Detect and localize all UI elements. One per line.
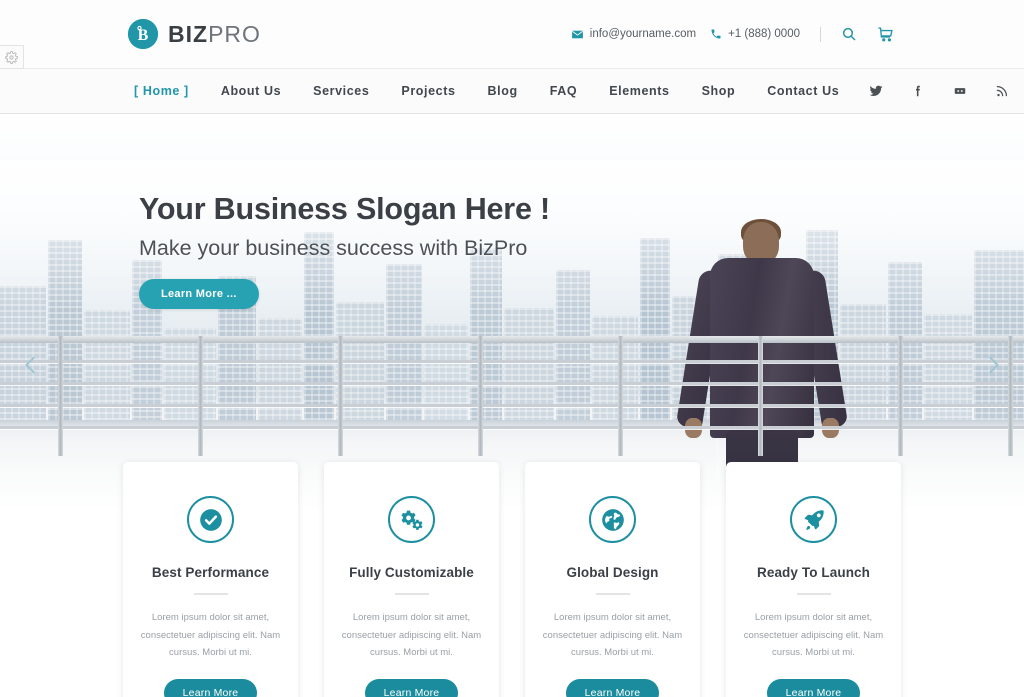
gears-icon [388,496,435,543]
logo-mark-icon: B [128,19,158,49]
feature-text: Lorem ipsum dolor sit amet, consectetuer… [743,612,884,659]
chevron-right-icon [982,352,1004,383]
phone-text: +1 (888) 0000 [728,28,800,40]
phone-icon [710,28,722,40]
top-contact-info: info@yourname.com +1 (888) 0000 [571,26,894,43]
hero-railing [0,336,1024,456]
feature-card-ready-to-launch[interactable]: Ready To Launch Lorem ipsum dolor sit am… [726,462,901,697]
hero-learn-more-button[interactable]: Learn More ... [139,278,259,309]
feature-title: Fully Customizable [349,565,474,580]
hero-content: Your Business Slogan Here ! Make your bu… [139,192,550,309]
slider-prev-button[interactable] [14,350,48,384]
feature-learn-more-button[interactable]: Learn More [364,678,459,697]
feature-card-fully-customizable[interactable]: Fully Customizable Lorem ipsum dolor sit… [324,462,499,697]
logo-text-bold: BIZ [168,20,209,47]
chevron-left-icon [20,352,42,383]
divider [595,593,630,595]
nav-item-projects[interactable]: Projects [385,84,471,98]
shopping-cart-icon[interactable] [877,26,894,43]
globe-icon [589,496,636,543]
divider [796,593,831,595]
gear-icon [5,50,18,64]
divider [820,26,821,42]
nav-item-contact-us[interactable]: Contact Us [751,84,855,98]
logo[interactable]: B BIZPRO [128,19,261,49]
feature-learn-more-button[interactable]: Learn More [766,678,861,697]
facebook-icon[interactable] [897,84,939,98]
feature-cards: Best Performance Lorem ipsum dolor sit a… [0,462,1024,697]
feature-text: Lorem ipsum dolor sit amet, consectetuer… [542,612,683,659]
nav-links: [ Home ] About Us Services Projects Blog… [118,84,855,98]
nav-item-blog[interactable]: Blog [472,84,534,98]
feature-title: Ready To Launch [756,565,870,580]
main-navigation: [ Home ] About Us Services Projects Blog… [0,68,1024,114]
email-item[interactable]: info@yourname.com [571,28,696,41]
phone-item[interactable]: +1 (888) 0000 [710,28,800,40]
divider [394,593,429,595]
rss-icon[interactable] [981,84,1023,98]
search-icon[interactable] [841,26,857,42]
feature-card-best-performance[interactable]: Best Performance Lorem ipsum dolor sit a… [123,462,298,697]
hero-slider: Your Business Slogan Here ! Make your bu… [0,114,1024,512]
flickr-icon[interactable] [939,84,981,98]
top-bar: B BIZPRO info@yourname.com +1 (888) 0000 [0,0,1024,68]
check-circle-icon [187,496,234,543]
feature-learn-more-button[interactable]: Learn More [565,678,660,697]
page-root: B BIZPRO info@yourname.com +1 (888) 0000… [0,0,1024,697]
feature-title: Global Design [566,565,659,580]
logo-text-light: PRO [208,20,261,47]
settings-panel-toggle[interactable] [0,45,24,69]
slider-next-button[interactable] [976,350,1010,384]
hero-title: Your Business Slogan Here ! [139,192,550,226]
hero-subtitle: Make your business success with BizPro [139,235,528,260]
rocket-icon [790,496,837,543]
envelope-icon [571,28,584,41]
nav-item-faq[interactable]: FAQ [534,84,594,98]
social-links [855,84,1023,98]
nav-item-about-us[interactable]: About Us [205,84,297,98]
divider [193,593,228,595]
feature-card-global-design[interactable]: Global Design Lorem ipsum dolor sit amet… [525,462,700,697]
email-text: info@yourname.com [589,28,697,40]
feature-learn-more-button[interactable]: Learn More [163,678,258,697]
feature-title: Best Performance [151,565,270,580]
logo-text: BIZPRO [168,20,261,47]
nav-item-home[interactable]: [ Home ] [118,84,205,98]
nav-item-shop[interactable]: Shop [686,84,752,98]
feature-text: Lorem ipsum dolor sit amet, consectetuer… [140,612,281,659]
feature-text: Lorem ipsum dolor sit amet, consectetuer… [341,612,482,659]
nav-item-elements[interactable]: Elements [593,84,685,98]
nav-item-services[interactable]: Services [297,84,385,98]
twitter-icon[interactable] [855,84,897,98]
